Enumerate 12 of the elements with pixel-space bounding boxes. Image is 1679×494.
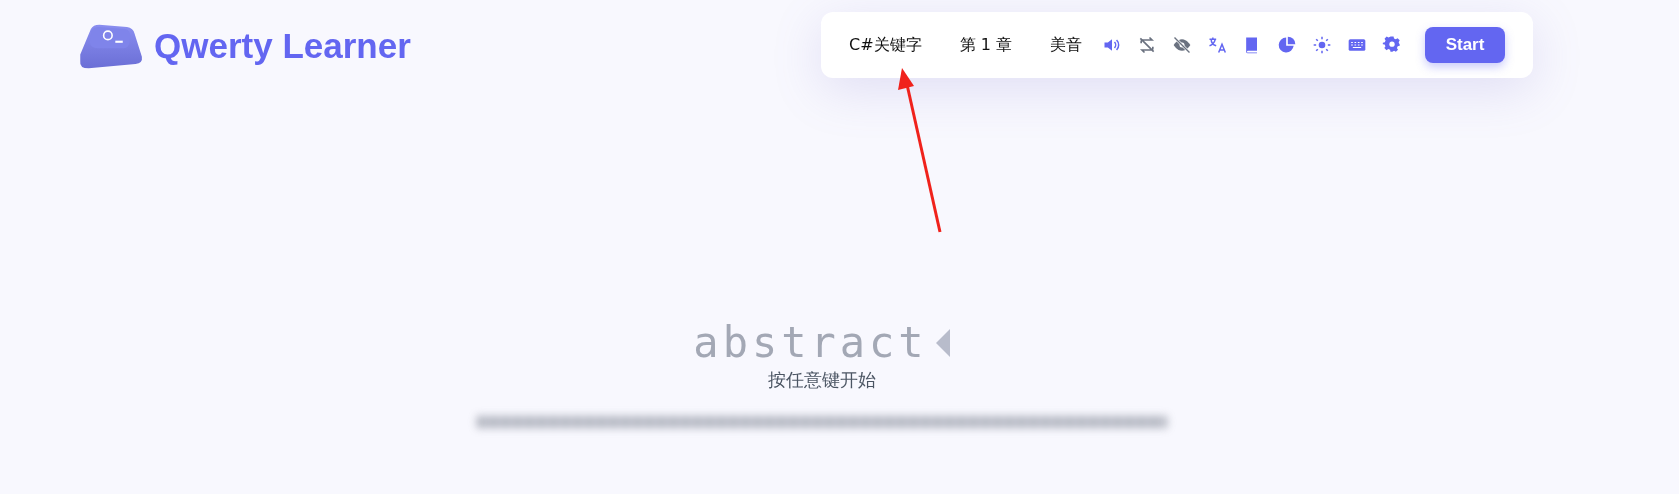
- word: abstract: [693, 320, 928, 366]
- pronunciation-selector[interactable]: 美音: [1038, 28, 1094, 62]
- translate-icon: [1206, 35, 1227, 55]
- eye-off-icon: [1171, 35, 1192, 55]
- chapter-selector[interactable]: 第 1 章: [947, 28, 1024, 62]
- dictionary-selector[interactable]: C#关键字: [837, 28, 934, 62]
- start-button[interactable]: Start: [1425, 27, 1505, 63]
- start-prompt: 按任意键开始: [767, 368, 876, 392]
- app-title: Qwerty Learner: [154, 26, 411, 66]
- pie-chart-icon: [1276, 35, 1297, 55]
- settings-icon: [1381, 35, 1402, 55]
- sun-icon: [1311, 35, 1332, 55]
